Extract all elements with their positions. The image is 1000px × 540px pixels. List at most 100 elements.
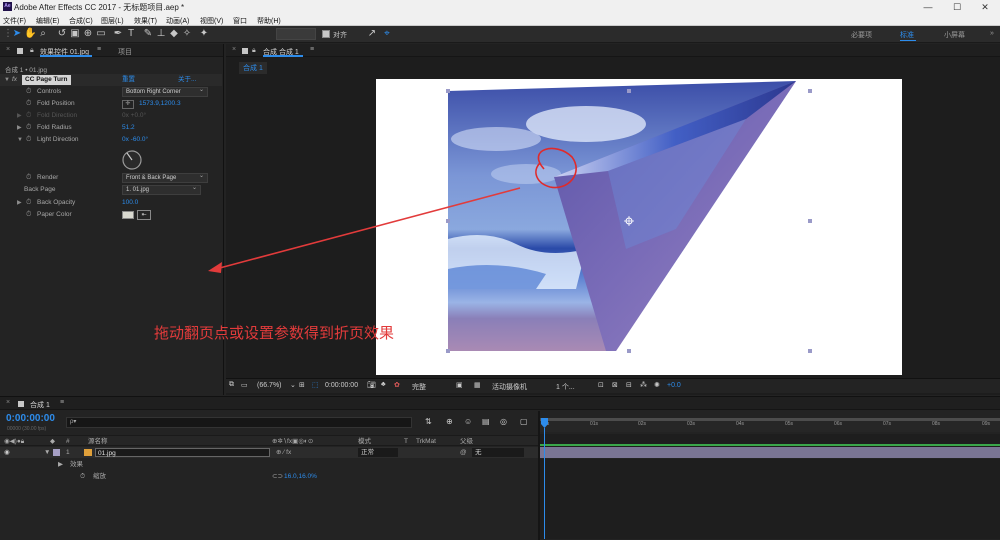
expand-effect-icon[interactable]: ▼ xyxy=(4,74,10,86)
views-dropdown[interactable]: 1 个... xyxy=(556,382,575,392)
label-icon[interactable]: ◆ xyxy=(50,436,55,447)
back-page-dropdown[interactable]: 1. 01.jpg xyxy=(122,184,201,195)
workspace-essentials[interactable]: 必要项 xyxy=(851,30,872,40)
mode-dropdown[interactable]: 正常 xyxy=(358,448,398,457)
snap-extend-icon[interactable]: ⌖ xyxy=(381,28,393,40)
layer-switches-icon[interactable]: ⊕ ∕ fx xyxy=(276,447,291,458)
av-switches-icon[interactable]: ◉◀)●🔒︎ xyxy=(4,436,24,447)
text-tool-icon[interactable]: T xyxy=(125,28,137,40)
menu-effect[interactable]: 效果(T) xyxy=(134,16,157,26)
scale-value[interactable]: 16.0,16.0% xyxy=(284,471,317,482)
fx-icon[interactable]: fx xyxy=(12,74,17,86)
current-timecode[interactable]: 0:00:00:00 xyxy=(6,413,55,424)
panel-menu-icon[interactable]: ≡ xyxy=(310,46,314,53)
expand-icon[interactable]: ▶ xyxy=(17,110,22,122)
menu-layer[interactable]: 图层(L) xyxy=(101,16,124,26)
effects-group-row[interactable]: ▶ 效果 xyxy=(0,459,540,470)
composition-canvas[interactable] xyxy=(376,79,902,375)
brush-tool-icon[interactable]: ✎ xyxy=(142,28,154,40)
close-tab-icon[interactable]: × xyxy=(6,399,10,406)
layer-duration-bar[interactable] xyxy=(540,447,1000,458)
shape-tool-icon[interactable]: ▭ xyxy=(95,28,107,40)
hand-tool-icon[interactable]: ✋ xyxy=(24,28,36,40)
workspace-more-button[interactable]: » xyxy=(990,30,994,37)
stopwatch-icon[interactable]: ⏱ xyxy=(80,471,85,482)
zoom-dropdown[interactable]: (66.7%) xyxy=(257,382,282,389)
workspace-small-screen[interactable]: 小屏幕 xyxy=(944,30,965,40)
selection-tool-icon[interactable]: ➤ xyxy=(11,28,23,40)
switches-header-icon[interactable]: ⊕✲∖fx▣◎◐⊙ xyxy=(272,436,313,447)
workspace-standard[interactable]: 标准 xyxy=(900,30,914,40)
effect-header-row[interactable]: ▼ fx CC Page Turn 重置 关于... xyxy=(0,74,222,86)
expand-layer-icon[interactable]: ▼ xyxy=(44,447,50,458)
label-color-swatch[interactable] xyxy=(53,449,60,456)
resolution-dropdown[interactable]: 完整 xyxy=(412,382,426,392)
eyedropper-icon[interactable]: ⇤ xyxy=(137,210,151,220)
reset-link[interactable]: 重置 xyxy=(122,74,135,86)
flowchart-icon[interactable]: ⁂ xyxy=(640,381,647,389)
pickwhip-icon[interactable]: @ xyxy=(460,447,467,458)
layer-row[interactable]: ◉ ▼ 1 01.jpg ⊕ ∕ fx 正常 @ 无 xyxy=(0,447,540,458)
controls-dropdown[interactable]: Bottom Right Corner xyxy=(122,86,208,97)
stopwatch-icon[interactable]: ⏱ xyxy=(26,98,31,110)
angle-dial-icon[interactable] xyxy=(121,149,143,171)
eraser-tool-icon[interactable]: ◆ xyxy=(168,28,180,40)
roto-brush-tool-icon[interactable]: ✧ xyxy=(181,28,193,40)
menu-animation[interactable]: 动画(A) xyxy=(166,16,189,26)
expand-icon[interactable]: ▶ xyxy=(17,122,22,134)
project-tab[interactable]: 项目 xyxy=(118,47,132,57)
panel-menu-icon[interactable]: ≡ xyxy=(60,399,64,406)
crosshair-icon[interactable]: ✛ xyxy=(122,100,134,109)
menu-composition[interactable]: 合成(C) xyxy=(69,16,93,26)
menu-edit[interactable]: 编辑(E) xyxy=(36,16,59,26)
render-dropdown[interactable]: Front & Back Page xyxy=(122,172,208,183)
layer-name[interactable]: 01.jpg xyxy=(95,448,270,457)
stopwatch-icon[interactable]: ⏱ xyxy=(26,172,31,184)
stopwatch-icon[interactable]: ⏱ xyxy=(26,86,31,98)
scale-property-row[interactable]: ⏱ 缩放 ⊂⊃ 16.0,16.0% xyxy=(0,471,540,482)
light-direction-value[interactable]: 0x -60.0° xyxy=(122,134,148,146)
monitor-icon[interactable]: ▭ xyxy=(241,381,248,389)
snap-target-icon[interactable]: ↗ xyxy=(366,28,378,40)
stopwatch-icon[interactable]: ⏱ xyxy=(26,134,31,146)
channel-icon[interactable]: ✿ xyxy=(394,381,400,389)
timeline-icon[interactable]: ⊟ xyxy=(626,381,632,389)
viewer-timecode[interactable]: 0:00:00:00 xyxy=(325,382,358,389)
motion-blur-icon[interactable]: ◎ xyxy=(500,417,507,426)
menu-file[interactable]: 文件(F) xyxy=(3,16,26,26)
effect-name[interactable]: CC Page Turn xyxy=(22,75,71,85)
expand-icon[interactable]: ▶ xyxy=(17,197,22,209)
camera-dropdown[interactable]: 活动摄像机 xyxy=(492,382,527,392)
menu-window[interactable]: 窗口 xyxy=(233,16,247,26)
maximize-button[interactable]: ☐ xyxy=(943,0,971,14)
mask-visibility-icon[interactable]: ⬚ xyxy=(312,381,319,389)
paper-color-swatch[interactable] xyxy=(122,211,134,219)
stopwatch-icon[interactable]: ⏱ xyxy=(26,197,31,209)
lock-icon[interactable]: 🔒︎ xyxy=(30,47,34,55)
snapshot-icon[interactable]: 📷︎ xyxy=(367,381,376,389)
parent-header[interactable]: 父级 xyxy=(460,436,473,447)
rotate-tool-icon[interactable]: ↺ xyxy=(56,28,68,40)
shy-icon[interactable]: ☺ xyxy=(464,417,472,426)
zoom-tool-icon[interactable]: ⌕ xyxy=(37,28,49,40)
puppet-pin-tool-icon[interactable]: ✦ xyxy=(198,28,210,40)
clone-stamp-tool-icon[interactable]: ⊥ xyxy=(155,28,167,40)
parent-dropdown[interactable]: 无 xyxy=(472,448,524,457)
collapse-icon[interactable]: ▼ xyxy=(17,134,23,146)
close-tab-icon[interactable]: × xyxy=(6,46,10,53)
camera-tool-icon[interactable]: ▣ xyxy=(69,28,81,40)
source-name-header[interactable]: 源名称 xyxy=(88,436,108,447)
minimize-button[interactable]: — xyxy=(914,0,942,14)
region-of-interest-icon[interactable]: ▣ xyxy=(456,381,463,389)
chevron-down-icon[interactable]: ⌄ xyxy=(290,381,296,389)
fold-radius-value[interactable]: 51.2 xyxy=(122,122,135,134)
toggle-pixel-icon[interactable]: ⊡ xyxy=(598,381,604,389)
stopwatch-icon[interactable]: ⏱ xyxy=(26,209,31,221)
comp-mini-flowchart-icon[interactable]: ⇅ xyxy=(425,417,432,426)
exposure-icon[interactable]: ✺ xyxy=(654,381,660,389)
menu-view[interactable]: 视图(V) xyxy=(200,16,223,26)
about-link[interactable]: 关于... xyxy=(178,74,196,86)
always-preview-icon[interactable]: ⧉ xyxy=(229,381,234,389)
lock-icon[interactable]: 🔒︎ xyxy=(252,47,256,55)
stopwatch-icon[interactable]: ⏱ xyxy=(26,122,31,134)
